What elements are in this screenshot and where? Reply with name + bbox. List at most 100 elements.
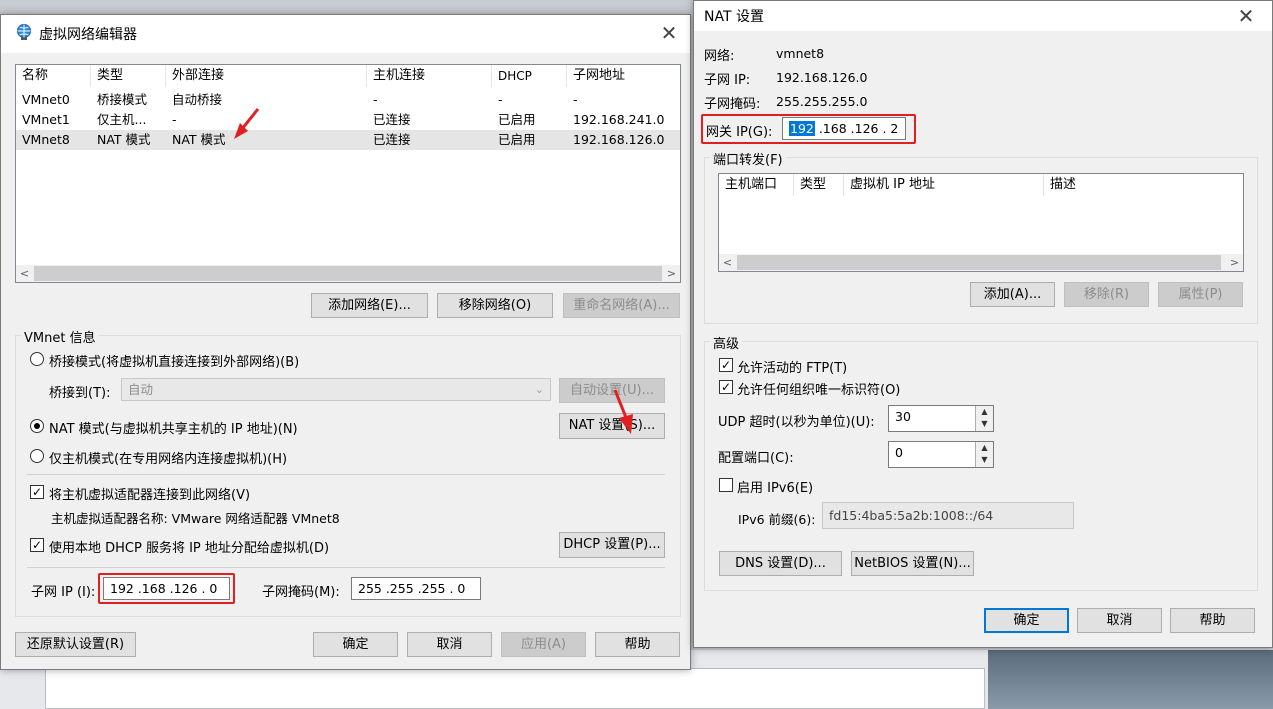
enable-ipv6-label[interactable]: 启用 IPv6(E) <box>737 477 813 496</box>
allow-ftp-label[interactable]: 允许活动的 FTP(T) <box>737 357 847 376</box>
network-globe-icon <box>17 24 31 40</box>
network-list-header: 名称 类型 外部连接 主机连接 DHCP 子网地址 <box>16 65 680 87</box>
subnet-ip-input[interactable]: 192 .168 .126 . 0 <box>103 577 230 600</box>
host-only-label[interactable]: 仅主机模式(在专用网络内连接虚拟机)(H) <box>49 448 287 467</box>
col-external[interactable]: 外部连接 <box>166 65 367 87</box>
enable-ipv6-checkbox[interactable] <box>719 478 733 492</box>
cell-subnet: 192.168.126.0 <box>573 132 665 147</box>
gateway-ip-input[interactable]: 192 .168 .126 . 2 <box>782 117 906 140</box>
bridge-mode-radio[interactable] <box>30 352 44 366</box>
udp-timeout-input[interactable]: 30 ▲ ▼ <box>888 405 994 432</box>
advanced-label: 高级 <box>710 333 743 352</box>
host-only-radio[interactable] <box>30 449 44 463</box>
subnet-mask-label: 子网掩码(M): <box>262 585 340 600</box>
col-description[interactable]: 描述 <box>1044 174 1243 196</box>
nat-subnet-ip-value: 192.168.126.0 <box>776 70 868 85</box>
port-properties-button[interactable]: 属性(P) <box>1158 282 1243 307</box>
bridge-to-select[interactable]: 自动 ⌄ <box>121 378 551 401</box>
nat-ok-button[interactable]: 确定 <box>984 608 1069 633</box>
bridge-to-value: 自动 <box>128 382 154 397</box>
bridge-mode-label[interactable]: 桥接模式(将虚拟机直接连接到外部网络)(B) <box>49 351 299 370</box>
allow-oui-checkbox[interactable]: ✓ <box>719 380 733 394</box>
col-type[interactable]: 类型 <box>91 65 166 87</box>
separator <box>27 567 665 568</box>
config-port-stepper[interactable]: ▲ ▼ <box>975 442 993 467</box>
vne-title: 虚拟网络编辑器 <box>39 27 137 43</box>
stepper-up-icon[interactable]: ▲ <box>976 406 993 417</box>
background-desktop <box>988 650 1273 709</box>
remove-port-button[interactable]: 移除(R) <box>1064 282 1149 307</box>
col-dhcp[interactable]: DHCP <box>492 65 567 87</box>
cell-name: VMnet0 <box>22 92 70 107</box>
port-forward-list[interactable]: 主机端口 类型 虚拟机 IP 地址 描述 < > <box>718 173 1244 272</box>
stepper-down-icon[interactable]: ▼ <box>976 418 993 429</box>
nat-titlebar: NAT 设置 ✕ <box>694 1 1272 31</box>
nat-mode-label[interactable]: NAT 模式(与虚拟机共享主机的 IP 地址)(N) <box>49 418 298 437</box>
scroll-right-icon[interactable]: > <box>663 265 680 282</box>
scroll-left-icon[interactable]: < <box>16 265 33 282</box>
help-button[interactable]: 帮助 <box>595 632 680 657</box>
allow-ftp-checkbox[interactable]: ✓ <box>719 358 733 372</box>
netbios-settings-button[interactable]: NetBIOS 设置(N)... <box>851 551 974 576</box>
gateway-selected-octet: 192 <box>789 121 815 136</box>
remove-network-button[interactable]: 移除网络(O) <box>437 293 553 318</box>
nat-subnet-mask-label: 子网掩码: <box>704 97 761 112</box>
nat-mode-radio[interactable] <box>30 419 44 433</box>
use-dhcp-checkbox[interactable]: ✓ <box>30 538 44 552</box>
allow-oui-label[interactable]: 允许任何组织唯一标识符(O) <box>737 379 900 398</box>
ok-button[interactable]: 确定 <box>313 632 398 657</box>
subnet-mask-input[interactable]: 255 .255 .255 . 0 <box>351 577 481 600</box>
network-value: vmnet8 <box>776 46 825 61</box>
ipv6-prefix-label: IPv6 前缀(6): <box>738 512 816 527</box>
connect-adapter-checkbox[interactable]: ✓ <box>30 485 44 499</box>
col-name[interactable]: 名称 <box>16 65 91 87</box>
scroll-right-icon[interactable]: > <box>1226 254 1243 271</box>
dns-settings-button[interactable]: DNS 设置(D)... <box>719 551 842 576</box>
red-arrow-annotation <box>234 108 260 139</box>
scroll-thumb[interactable] <box>737 255 1221 270</box>
connect-adapter-label[interactable]: 将主机虚拟适配器连接到此网络(V) <box>49 484 250 503</box>
table-row-selected[interactable]: VMnet8 NAT 模式 NAT 模式 已连接 已启用 192.168.126… <box>16 130 680 150</box>
pf-horizontal-scrollbar[interactable]: < > <box>719 254 1243 271</box>
rename-network-button[interactable]: 重命名网络(A)... <box>563 293 680 318</box>
udp-timeout-stepper[interactable]: ▲ ▼ <box>975 406 993 431</box>
close-icon[interactable]: ✕ <box>657 23 681 43</box>
col-host-port[interactable]: 主机端口 <box>719 174 794 196</box>
config-port-value: 0 <box>895 445 903 460</box>
udp-timeout-value: 30 <box>895 409 911 424</box>
col-subnet[interactable]: 子网地址 <box>567 65 680 87</box>
cancel-button[interactable]: 取消 <box>407 632 492 657</box>
stepper-up-icon[interactable]: ▲ <box>976 442 993 453</box>
add-network-button[interactable]: 添加网络(E)... <box>311 293 428 318</box>
ipv6-prefix-input[interactable]: fd15:4ba5:5a2b:1008::/64 <box>822 502 1074 529</box>
gateway-remaining: .168 .126 . 2 <box>814 121 899 136</box>
dhcp-settings-button[interactable]: DHCP 设置(P)... <box>559 532 665 558</box>
nat-settings-window: NAT 设置 ✕ 网络: vmnet8 子网 IP: 192.168.126.0… <box>693 0 1273 648</box>
list-horizontal-scrollbar[interactable]: < > <box>16 265 680 282</box>
col-host[interactable]: 主机连接 <box>367 65 492 87</box>
cell-subnet: - <box>573 92 578 107</box>
apply-button[interactable]: 应用(A) <box>501 632 586 657</box>
cell-host: 已连接 <box>373 112 411 127</box>
cell-type: 仅主机... <box>97 112 147 127</box>
restore-defaults-button[interactable]: 还原默认设置(R) <box>15 632 136 657</box>
config-port-input[interactable]: 0 ▲ ▼ <box>888 441 994 468</box>
scroll-left-icon[interactable]: < <box>719 254 736 271</box>
cell-type: NAT 模式 <box>97 132 151 147</box>
nat-help-button[interactable]: 帮助 <box>1170 608 1255 633</box>
close-icon[interactable]: ✕ <box>1234 6 1258 26</box>
cell-name: VMnet8 <box>22 132 70 147</box>
chevron-down-icon: ⌄ <box>534 383 544 396</box>
add-port-button[interactable]: 添加(A)... <box>970 282 1055 307</box>
cell-type: 桥接模式 <box>97 92 148 107</box>
cell-external: - <box>172 112 177 127</box>
table-row[interactable]: VMnet1 仅主机... - 已连接 已启用 192.168.241.0 <box>16 110 680 130</box>
scroll-thumb[interactable] <box>34 266 662 281</box>
col-pf-type[interactable]: 类型 <box>794 174 844 196</box>
use-dhcp-label[interactable]: 使用本地 DHCP 服务将 IP 地址分配给虚拟机(D) <box>49 537 329 556</box>
col-vm-ip[interactable]: 虚拟机 IP 地址 <box>844 174 1044 196</box>
stepper-down-icon[interactable]: ▼ <box>976 454 993 465</box>
table-row[interactable]: VMnet0 桥接模式 自动桥接 - - - <box>16 90 680 110</box>
nat-cancel-button[interactable]: 取消 <box>1077 608 1162 633</box>
network-list[interactable]: 名称 类型 外部连接 主机连接 DHCP 子网地址 VMnet0 桥接模式 自动… <box>15 64 681 283</box>
